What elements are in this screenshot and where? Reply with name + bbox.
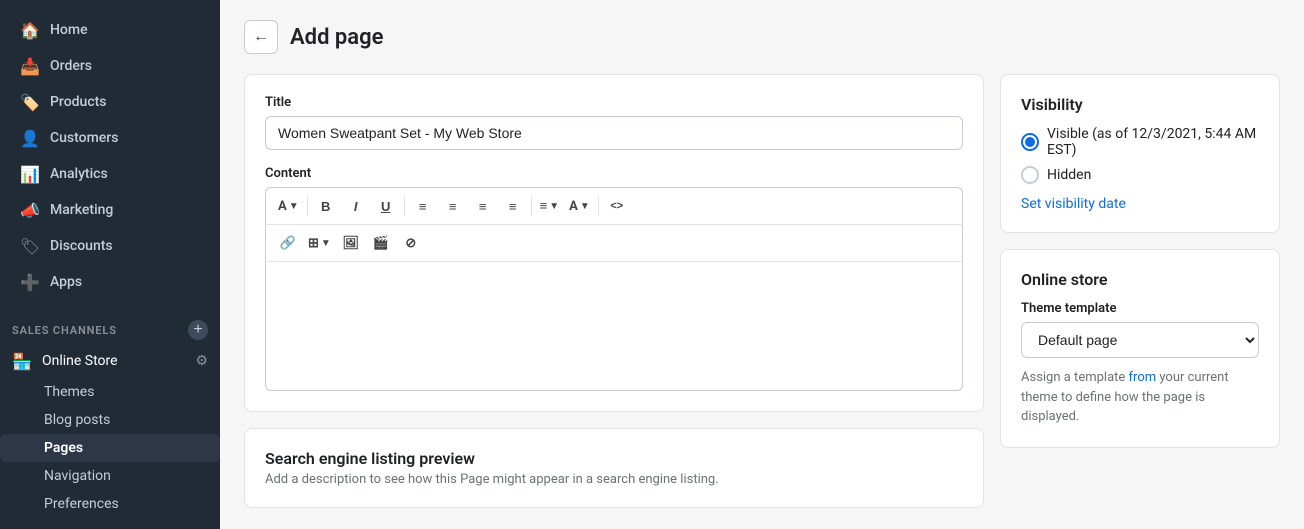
visible-option[interactable]: Visible (as of 12/3/2021, 5:44 AM EST) xyxy=(1021,126,1259,158)
align-dropdown[interactable]: ≡ ▼ xyxy=(536,196,564,216)
page-title: Add page xyxy=(290,25,383,50)
visibility-card: Visibility Visible (as of 12/3/2021, 5:4… xyxy=(1000,74,1280,233)
theme-template-select[interactable]: Default page contact faq password xyxy=(1021,322,1259,358)
font-size-label: A xyxy=(278,199,287,214)
seo-title: Search engine listing preview xyxy=(265,449,963,468)
sidebar-item-marketing[interactable]: 📣 Marketing xyxy=(8,192,212,228)
hidden-radio[interactable] xyxy=(1021,166,1039,184)
indent-decrease-button[interactable]: ≡ xyxy=(469,192,497,220)
back-arrow-icon: ← xyxy=(253,28,269,46)
customers-icon: 👤 xyxy=(20,128,40,148)
align-label: ≡ xyxy=(540,198,548,214)
toolbar-divider-4 xyxy=(598,196,599,216)
products-icon: 🏷️ xyxy=(20,92,40,112)
sidebar-item-apps[interactable]: ➕ Apps xyxy=(8,264,212,300)
bold-button[interactable]: B xyxy=(312,192,340,220)
marketing-icon: 📣 xyxy=(20,200,40,220)
sidebar-item-online-store[interactable]: 🏪 Online Store ⚙ xyxy=(0,344,220,378)
video-button[interactable]: 🎬 xyxy=(367,229,395,257)
main-column: Title Content A ▼ B I U ≡ ≡ ≡ ≡ xyxy=(244,74,984,509)
main-content: ← Add page Title Content A ▼ B I U xyxy=(220,0,1304,529)
sidebar-item-orders-label: Orders xyxy=(50,58,92,74)
online-store-icon: 🏪 xyxy=(12,351,32,371)
apps-icon: ➕ xyxy=(20,272,40,292)
right-column: Visibility Visible (as of 12/3/2021, 5:4… xyxy=(1000,74,1280,509)
discounts-icon: 🏷 xyxy=(20,236,40,256)
home-icon: 🏠 xyxy=(20,20,40,40)
editor-body[interactable] xyxy=(265,261,963,391)
from-link[interactable]: from xyxy=(1129,370,1157,385)
align-chevron-icon: ▼ xyxy=(549,201,559,212)
hidden-label: Hidden xyxy=(1047,167,1091,183)
sidebar-item-customers[interactable]: 👤 Customers xyxy=(8,120,212,156)
title-input[interactable] xyxy=(265,116,963,150)
sidebar-sub-item-navigation[interactable]: Navigation xyxy=(0,462,220,490)
set-visibility-date-link[interactable]: Set visibility date xyxy=(1021,196,1126,212)
unordered-list-button[interactable]: ≡ xyxy=(409,192,437,220)
toolbar-divider-2 xyxy=(404,196,405,216)
editor-toolbar-2: 🔗 ⊞ ▼ 🖼 🎬 ⊘ xyxy=(265,224,963,261)
seo-description: Add a description to see how this Page m… xyxy=(265,472,963,487)
visible-label: Visible (as of 12/3/2021, 5:44 AM EST) xyxy=(1047,126,1259,158)
sidebar-item-home-label: Home xyxy=(50,22,88,38)
sidebar-item-customers-label: Customers xyxy=(50,130,118,146)
sidebar-item-home[interactable]: 🏠 Home xyxy=(8,12,212,48)
content-area: Title Content A ▼ B I U ≡ ≡ ≡ ≡ xyxy=(244,74,1280,509)
hidden-option[interactable]: Hidden xyxy=(1021,166,1259,184)
page-header: ← Add page xyxy=(244,20,1280,54)
sidebar: 🏠 Home 📥 Orders 🏷️ Products 👤 Customers … xyxy=(0,0,220,529)
sidebar-item-discounts[interactable]: 🏷 Discounts xyxy=(8,228,212,264)
online-store-card: Online store Theme template Default page… xyxy=(1000,249,1280,448)
content-label: Content xyxy=(265,166,963,181)
sidebar-item-products[interactable]: 🏷️ Products xyxy=(8,84,212,120)
online-store-label: Online Store xyxy=(42,353,118,369)
editor-toolbar: A ▼ B I U ≡ ≡ ≡ ≡ ≡ ▼ xyxy=(265,187,963,224)
text-color-label: A xyxy=(569,199,578,214)
add-sales-channel-button[interactable]: + xyxy=(188,320,208,340)
table-icon: ⊞ xyxy=(308,236,319,251)
sidebar-item-analytics[interactable]: 📊 Analytics xyxy=(8,156,212,192)
italic-button[interactable]: I xyxy=(342,192,370,220)
analytics-icon: 📊 xyxy=(20,164,40,184)
back-button[interactable]: ← xyxy=(244,20,278,54)
image-button[interactable]: 🖼 xyxy=(337,229,365,257)
toolbar-divider-1 xyxy=(307,196,308,216)
visible-radio[interactable] xyxy=(1021,133,1039,151)
online-store-card-title: Online store xyxy=(1021,270,1259,289)
title-content-card: Title Content A ▼ B I U ≡ ≡ ≡ ≡ xyxy=(244,74,984,412)
toolbar-divider-3 xyxy=(531,196,532,216)
sidebar-item-apps-label: Apps xyxy=(50,274,82,290)
theme-template-label: Theme template xyxy=(1021,301,1259,316)
underline-button[interactable]: U xyxy=(372,192,400,220)
font-size-chevron-icon: ▼ xyxy=(289,201,299,212)
font-size-dropdown[interactable]: A ▼ xyxy=(274,197,303,216)
indent-increase-button[interactable]: ≡ xyxy=(499,192,527,220)
sidebar-item-orders[interactable]: 📥 Orders xyxy=(8,48,212,84)
text-color-chevron-icon: ▼ xyxy=(580,201,590,212)
text-color-dropdown[interactable]: A ▼ xyxy=(565,197,594,216)
table-chevron-icon: ▼ xyxy=(321,238,331,249)
table-dropdown[interactable]: ⊞ ▼ xyxy=(304,234,335,253)
clear-button[interactable]: ⊘ xyxy=(397,229,425,257)
sales-channels-header: SALES CHANNELS + xyxy=(0,308,220,344)
sidebar-sub-item-themes[interactable]: Themes xyxy=(0,378,220,406)
sidebar-sub-item-pages[interactable]: Pages xyxy=(0,434,220,462)
link-button[interactable]: 🔗 xyxy=(274,229,302,257)
sidebar-item-marketing-label: Marketing xyxy=(50,202,113,218)
seo-card: Search engine listing preview Add a desc… xyxy=(244,428,984,508)
source-code-button[interactable]: <> xyxy=(603,192,631,220)
sidebar-item-discounts-label: Discounts xyxy=(50,238,113,254)
title-label: Title xyxy=(265,95,963,110)
sidebar-sub-item-blog-posts[interactable]: Blog posts xyxy=(0,406,220,434)
assign-template-text: Assign a template from your current them… xyxy=(1021,368,1259,427)
orders-icon: 📥 xyxy=(20,56,40,76)
online-store-settings-icon[interactable]: ⚙ xyxy=(195,353,208,369)
sidebar-sub-item-preferences[interactable]: Preferences xyxy=(0,490,220,518)
sidebar-item-products-label: Products xyxy=(50,94,107,110)
ordered-list-button[interactable]: ≡ xyxy=(439,192,467,220)
sidebar-item-analytics-label: Analytics xyxy=(50,166,108,182)
visibility-title: Visibility xyxy=(1021,95,1259,114)
